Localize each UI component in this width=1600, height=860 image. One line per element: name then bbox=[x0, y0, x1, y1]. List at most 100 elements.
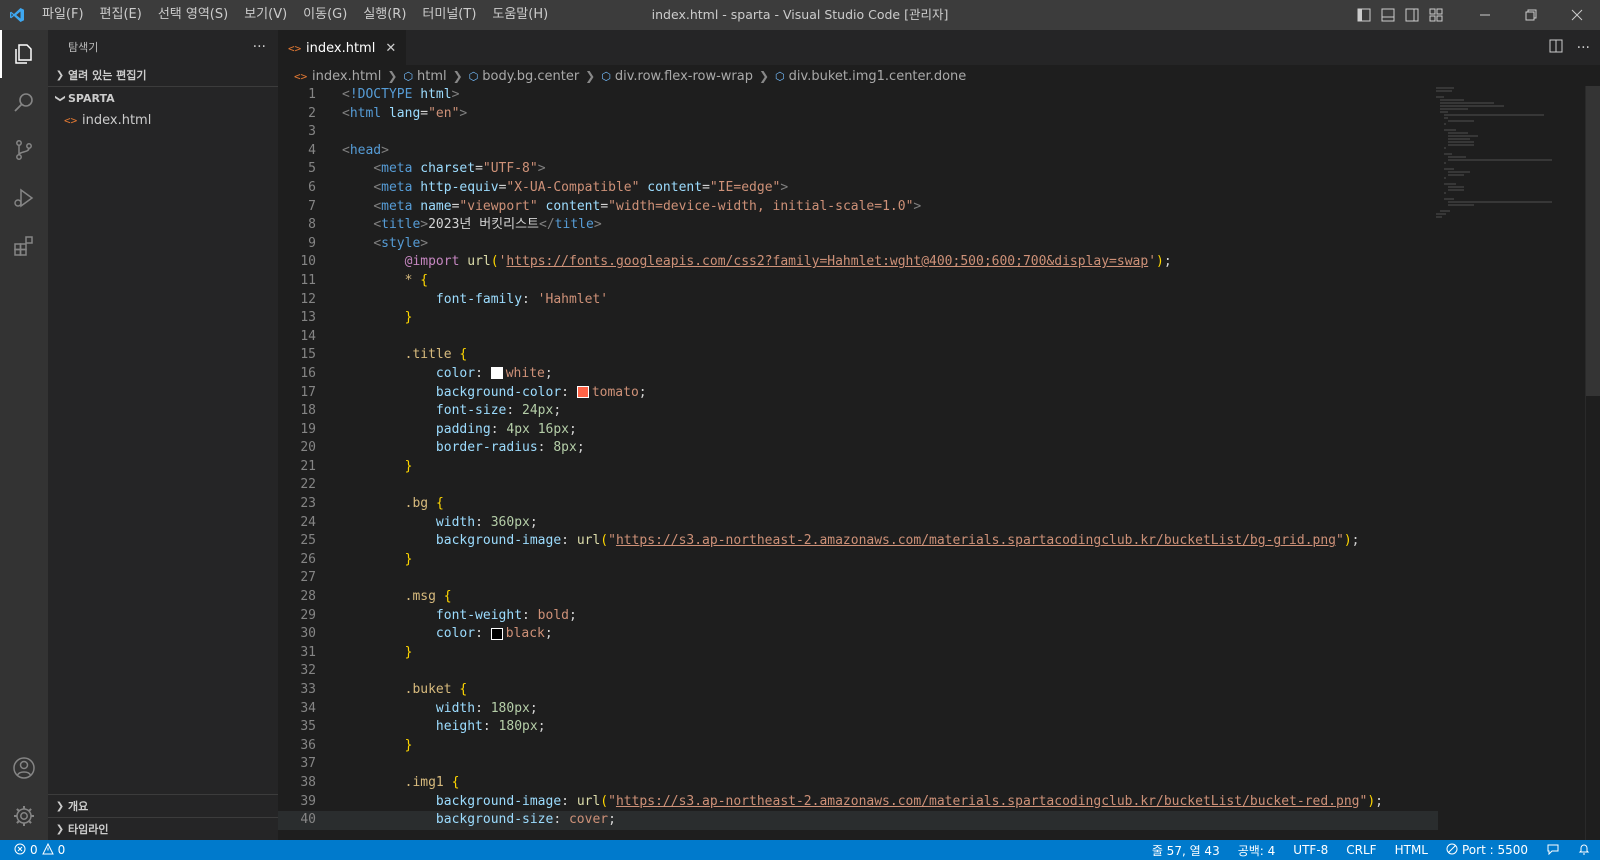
explorer-header: 탐색기 ··· bbox=[48, 30, 278, 64]
toggle-secondary-sidebar-icon[interactable] bbox=[1400, 0, 1424, 30]
code-line: 8 <title>2023년 버킷리스트</title> bbox=[308, 217, 602, 233]
code-line: 18 font-size: 24px; bbox=[300, 403, 562, 419]
notifications-bell-icon[interactable] bbox=[1578, 842, 1590, 858]
html-file-icon: <> bbox=[294, 69, 308, 83]
menu-selection[interactable]: 선택 영역(S) bbox=[150, 0, 236, 30]
outline-label: 개요 bbox=[68, 800, 89, 813]
menu-terminal[interactable]: 터미널(T) bbox=[414, 0, 484, 30]
extensions-icon[interactable] bbox=[0, 222, 48, 270]
code-line: 2 <html lang="en"> bbox=[308, 105, 468, 121]
customize-layout-icon[interactable] bbox=[1424, 0, 1448, 30]
file-item-label: index.html bbox=[82, 112, 152, 128]
more-actions-icon[interactable]: ··· bbox=[253, 39, 266, 55]
code-line: 30 color: black; bbox=[300, 626, 553, 642]
chevron-right-icon: ❯ bbox=[55, 800, 65, 812]
toggle-panel-icon[interactable] bbox=[1376, 0, 1400, 30]
toggle-primary-sidebar-icon[interactable] bbox=[1352, 0, 1376, 30]
indentation[interactable]: 공백: 4 bbox=[1238, 842, 1276, 859]
element-icon: ⬡ bbox=[601, 69, 611, 83]
code-line: 32 bbox=[300, 663, 316, 679]
run-debug-icon[interactable] bbox=[0, 174, 48, 222]
breadcrumb-div-buket[interactable]: div.buket.img1.center.done bbox=[789, 69, 967, 84]
menu-run[interactable]: 실행(R) bbox=[355, 0, 414, 30]
cursor-position[interactable]: 줄 57, 열 43 bbox=[1152, 842, 1220, 859]
timeline-label: 타임라인 bbox=[68, 823, 109, 836]
code-line: 12 font-family: 'Hahmlet' bbox=[300, 291, 609, 307]
status-bar: 0 0 줄 57, 열 43 공백: 4 UTF-8 CRLF HTML Por… bbox=[0, 840, 1600, 860]
breadcrumb: <> index.html ❯ ⬡ html ❯ ⬡ body.bg.cente… bbox=[278, 65, 1600, 87]
tab-label: index.html bbox=[306, 41, 376, 56]
menu-edit[interactable]: 편집(E) bbox=[92, 0, 150, 30]
menu-bar: 파일(F) 편집(E) 선택 영역(S) 보기(V) 이동(G) 실행(R) 터… bbox=[34, 0, 556, 30]
outline-section[interactable]: ❯ 개요 bbox=[48, 795, 278, 817]
code-line: 40 background-size: cover; bbox=[278, 811, 1438, 830]
workspace-folder-section[interactable]: ❯ SPARTA bbox=[48, 87, 278, 109]
code-line: 9 <style> bbox=[308, 235, 429, 251]
workspace-folder-label: SPARTA bbox=[68, 91, 115, 105]
code-line: 33 .buket { bbox=[300, 682, 468, 697]
code-line: 39 background-image: url("https://s3.ap-… bbox=[300, 793, 1383, 809]
tab-index-html[interactable]: <> index.html ✕ bbox=[278, 30, 407, 66]
minimap[interactable] bbox=[1434, 86, 1554, 226]
timeline-section[interactable]: ❯ 타임라인 bbox=[48, 818, 278, 840]
explorer-icon[interactable] bbox=[0, 30, 48, 78]
feedback-icon[interactable] bbox=[1546, 843, 1560, 858]
minimize-icon[interactable] bbox=[1462, 0, 1508, 30]
title-bar: 파일(F) 편집(E) 선택 영역(S) 보기(V) 이동(G) 실행(R) 터… bbox=[0, 0, 1600, 30]
breadcrumb-body[interactable]: body.bg.center bbox=[482, 69, 579, 84]
code-line: 4 <head> bbox=[308, 142, 389, 158]
breadcrumb-div-row[interactable]: div.row.flex-row-wrap bbox=[615, 69, 753, 84]
editor-scrollbar[interactable] bbox=[1585, 86, 1600, 840]
end-of-line[interactable]: CRLF bbox=[1346, 843, 1376, 857]
code-line: 14 bbox=[300, 328, 316, 344]
menu-help[interactable]: 도움말(H) bbox=[484, 0, 556, 30]
vscode-logo-icon bbox=[0, 0, 34, 30]
port-label: Port : 5500 bbox=[1462, 843, 1528, 857]
element-icon: ⬡ bbox=[403, 69, 413, 83]
html-file-icon: <> bbox=[288, 42, 302, 55]
code-line: 38 .img1 { bbox=[300, 774, 460, 790]
window-title: index.html - sparta - Visual Studio Code… bbox=[651, 7, 949, 22]
search-icon[interactable] bbox=[0, 78, 48, 126]
split-editor-icon[interactable] bbox=[1549, 38, 1563, 57]
code-line: 36 } bbox=[300, 737, 413, 753]
settings-gear-icon[interactable] bbox=[0, 792, 48, 840]
open-editors-label: 열려 있는 편집기 bbox=[68, 69, 147, 82]
element-icon: ⬡ bbox=[775, 69, 785, 83]
chevron-right-icon: ❯ bbox=[387, 69, 398, 83]
code-line: 10 @import url('https://fonts.googleapis… bbox=[300, 254, 1172, 270]
code-line: 23 .bg { bbox=[300, 496, 444, 512]
file-item-index-html[interactable]: <> index.html bbox=[48, 109, 278, 131]
color-swatch-tomato[interactable] bbox=[576, 386, 589, 398]
code-line: 22 bbox=[300, 477, 316, 493]
breadcrumb-file[interactable]: index.html bbox=[312, 69, 381, 84]
code-line: 37 bbox=[300, 756, 316, 772]
warning-icon bbox=[41, 842, 54, 858]
menu-view[interactable]: 보기(V) bbox=[236, 0, 295, 30]
language-mode[interactable]: HTML bbox=[1395, 843, 1428, 857]
chevron-right-icon: ❯ bbox=[585, 69, 596, 83]
account-icon[interactable] bbox=[0, 744, 48, 792]
open-editors-section[interactable]: ❯ 열려 있는 편집기 bbox=[48, 64, 278, 86]
restore-icon[interactable] bbox=[1508, 0, 1554, 30]
source-control-icon[interactable] bbox=[0, 126, 48, 174]
menu-go[interactable]: 이동(G) bbox=[295, 0, 355, 30]
color-swatch-black[interactable] bbox=[490, 627, 503, 640]
live-server-port[interactable]: Port : 5500 bbox=[1446, 843, 1528, 858]
activity-bar bbox=[0, 30, 48, 840]
editor-more-actions-icon[interactable]: ··· bbox=[1577, 40, 1590, 56]
breadcrumb-html[interactable]: html bbox=[417, 69, 447, 84]
code-editor[interactable]: 1 <!DOCTYPE html> 2 <html lang="en"> 3 4 <h… bbox=[278, 86, 1438, 840]
close-tab-icon[interactable]: ✕ bbox=[385, 41, 396, 56]
color-swatch-white[interactable] bbox=[490, 367, 503, 380]
element-icon: ⬡ bbox=[468, 69, 479, 83]
menu-file[interactable]: 파일(F) bbox=[34, 0, 92, 30]
code-line: 19 padding: 4px 16px; bbox=[300, 421, 577, 437]
problems-indicator[interactable]: 0 0 bbox=[0, 842, 65, 858]
close-window-icon[interactable] bbox=[1554, 0, 1600, 30]
encoding[interactable]: UTF-8 bbox=[1293, 843, 1328, 857]
code-line: 25 background-image: url("https://s3.ap-… bbox=[300, 533, 1360, 549]
scrollbar-thumb[interactable] bbox=[1586, 86, 1600, 396]
code-line: 17 background-color: tomato; bbox=[300, 384, 647, 400]
editor-area: <> index.html ✕ ··· <> index.html ❯ ⬡ ht… bbox=[278, 30, 1600, 840]
